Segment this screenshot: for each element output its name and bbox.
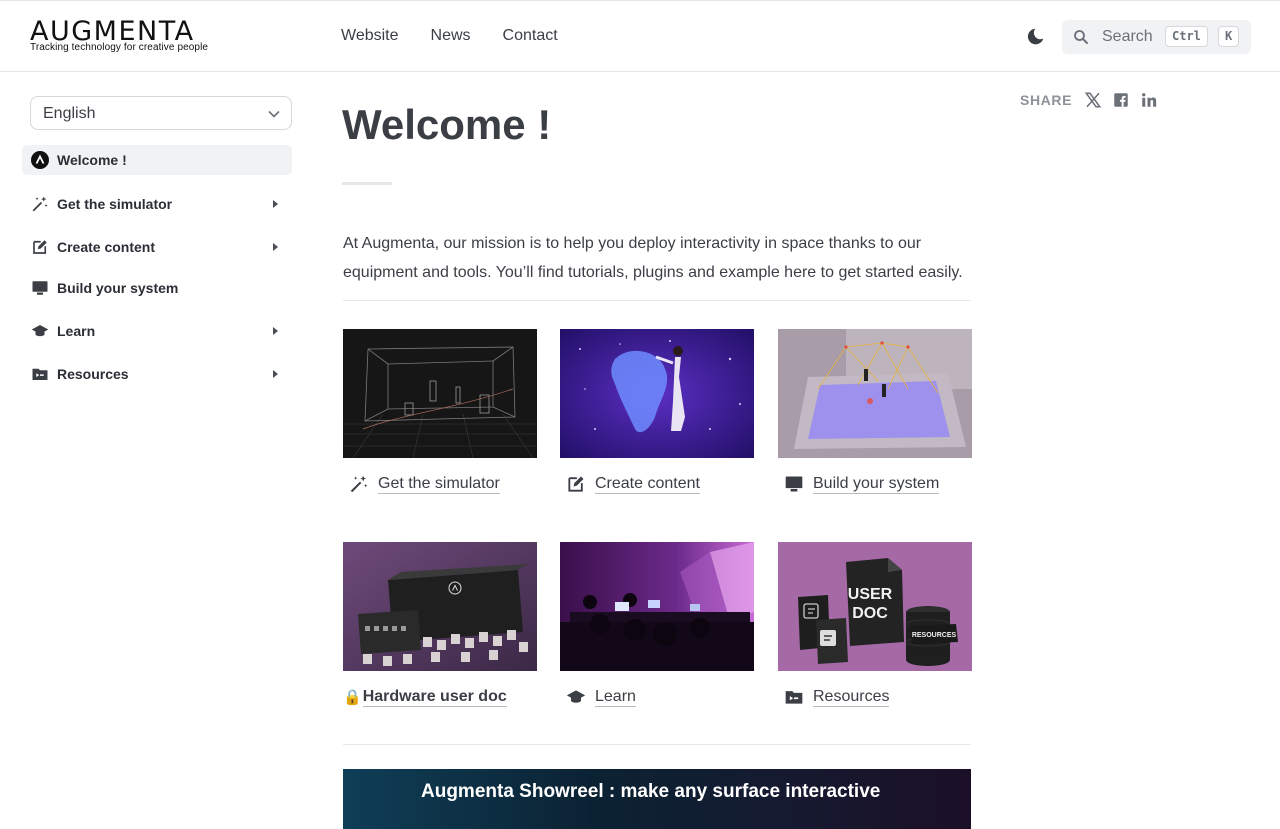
search-button[interactable]: Search Ctrl K <box>1062 20 1251 54</box>
graduation-cap-icon <box>566 687 586 707</box>
hardware-thumbnail <box>343 542 537 671</box>
nav-news-link[interactable]: News <box>431 27 471 45</box>
card-label-text: Create content <box>595 475 700 494</box>
card-label[interactable]: Build your system <box>778 474 940 494</box>
magic-wand-icon <box>349 474 369 494</box>
share-bar: SHARE <box>1020 91 1168 109</box>
card-get-the-simulator[interactable]: Get the simulator <box>343 329 537 494</box>
augmenta-logo[interactable]: AUGMENTA Tracking technology for creativ… <box>30 18 208 56</box>
x-icon[interactable] <box>1084 91 1102 109</box>
card-build-your-system[interactable]: Build your system <box>778 329 972 494</box>
build-system-thumbnail <box>778 329 972 458</box>
caret-right-icon[interactable] <box>273 370 278 378</box>
card-label[interactable]: Get the simulator <box>343 474 500 494</box>
sidebar-item-label: Learn <box>57 323 96 339</box>
dark-mode-toggle[interactable] <box>1024 26 1046 48</box>
caret-right-icon[interactable] <box>273 243 278 251</box>
lock-icon: 🔒 <box>343 689 362 706</box>
facebook-icon[interactable] <box>1112 91 1130 109</box>
card-label-text: Learn <box>595 688 636 707</box>
folder-icon <box>784 687 804 707</box>
learn-thumbnail <box>560 542 754 671</box>
card-label[interactable]: Create content <box>560 474 700 494</box>
edit-square-icon <box>31 238 49 256</box>
top-nav: Website News Contact <box>341 27 558 45</box>
nav-contact-link[interactable]: Contact <box>503 27 558 45</box>
nav-website-link[interactable]: Website <box>341 27 399 45</box>
card-label[interactable]: 🔒 Hardware user doc <box>343 687 507 707</box>
moon-icon <box>1027 28 1044 45</box>
resources-thumbnail: USER DOC RESOURCES <box>778 542 972 671</box>
card-label[interactable]: Learn <box>560 687 636 707</box>
card-label-text: Get the simulator <box>378 475 500 494</box>
sidebar-item-label: Get the simulator <box>57 196 173 212</box>
search-placeholder: Search <box>1102 28 1153 45</box>
thumb-resources-text: RESOURCES <box>912 632 957 639</box>
section-divider <box>343 300 971 301</box>
intro-paragraph: At Augmenta, our mission is to help you … <box>343 235 963 281</box>
shortcut-k-key: K <box>1218 26 1240 47</box>
sidebar-item-learn[interactable]: Learn <box>22 316 292 346</box>
card-create-content[interactable]: Create content <box>560 329 754 494</box>
card-learn[interactable]: Learn <box>560 542 754 707</box>
sidebar-item-label: Resources <box>57 366 129 382</box>
share-label: SHARE <box>1020 92 1073 108</box>
language-select[interactable]: English <box>30 96 292 130</box>
graduation-cap-icon <box>31 322 49 340</box>
top-header: AUGMENTA Tracking technology for creativ… <box>0 0 1280 72</box>
magic-wand-icon <box>31 195 49 213</box>
shortcut-ctrl-key: Ctrl <box>1165 26 1208 47</box>
card-resources[interactable]: USER DOC RESOURCES Resources <box>778 542 972 707</box>
sidebar-item-get-the-simulator[interactable]: Get the simulator <box>22 189 292 219</box>
monitor-icon <box>31 279 49 297</box>
sidebar-item-label: Create content <box>57 239 156 255</box>
edit-square-icon <box>566 474 586 494</box>
caret-right-icon[interactable] <box>273 327 278 335</box>
card-label-text: Hardware user doc <box>362 688 507 707</box>
caret-right-icon[interactable] <box>273 200 278 208</box>
create-content-thumbnail <box>560 329 754 458</box>
thumb-doc-text: DOC <box>852 605 888 622</box>
section-divider <box>343 744 971 745</box>
search-icon <box>1074 30 1088 44</box>
card-hardware-user-doc[interactable]: 🔒 Hardware user doc <box>343 542 537 707</box>
showreel-video[interactable]: Augmenta Showreel : make any surface int… <box>343 769 971 829</box>
sidebar-item-resources[interactable]: Resources <box>22 359 292 389</box>
simulator-thumbnail <box>343 329 537 458</box>
logo-tagline: Tracking technology for creative people <box>30 42 209 53</box>
sidebar-item-welcome[interactable]: Welcome ! <box>22 145 292 175</box>
sidebar-item-create-content[interactable]: Create content <box>22 232 292 262</box>
monitor-icon <box>784 474 804 494</box>
linkedin-icon[interactable] <box>1140 91 1158 109</box>
augmenta-logo-icon <box>31 151 49 169</box>
card-label-text: Resources <box>813 688 890 707</box>
card-label[interactable]: Resources <box>778 687 890 707</box>
sidebar-item-build-your-system[interactable]: Build your system <box>22 273 292 303</box>
chevron-down-icon <box>268 110 280 118</box>
folder-icon <box>31 365 49 383</box>
sidebar-item-label: Build your system <box>57 280 179 296</box>
card-label-text: Build your system <box>813 475 940 494</box>
sidebar-item-label: Welcome ! <box>57 152 127 168</box>
language-selected: English <box>43 105 96 122</box>
page-title: Welcome ! <box>342 101 552 148</box>
title-divider <box>342 182 392 185</box>
thumb-user-text: USER <box>848 586 893 603</box>
